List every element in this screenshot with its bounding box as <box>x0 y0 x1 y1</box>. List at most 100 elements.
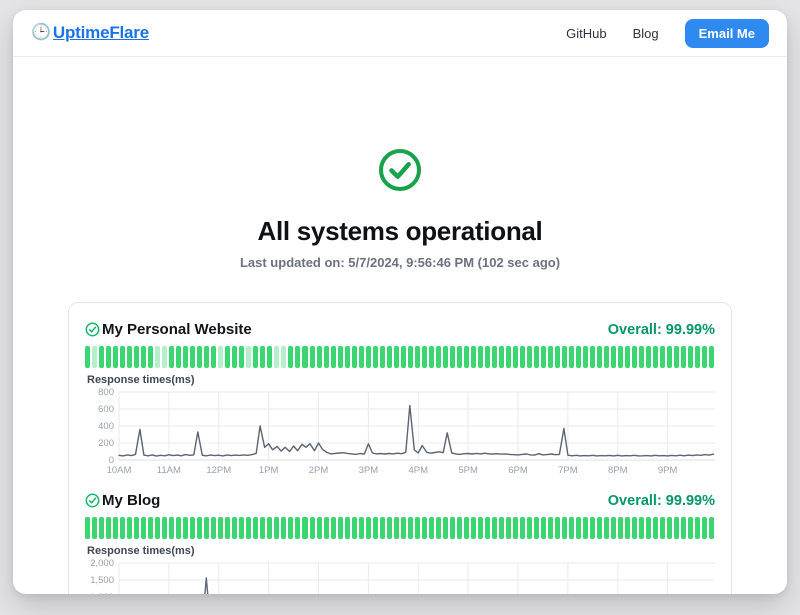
uptime-bar-segment <box>499 517 504 539</box>
uptime-bar-segment <box>246 346 251 368</box>
uptime-bar-segment <box>639 517 644 539</box>
uptime-bar-segment <box>281 517 286 539</box>
uptime-bars <box>85 517 715 539</box>
uptime-bar-segment <box>653 346 658 368</box>
monitor-title: My Blog <box>85 492 160 509</box>
uptime-bar-segment <box>429 346 434 368</box>
browser-window: 🕒 UptimeFlare GitHub Blog Email Me All s… <box>13 10 787 594</box>
logo-link[interactable]: 🕒 UptimeFlare <box>31 23 149 43</box>
uptime-bar-segment <box>295 346 300 368</box>
uptime-bar-segment <box>92 346 97 368</box>
uptime-bar-segment <box>317 517 322 539</box>
uptime-bar-segment <box>99 346 104 368</box>
uptime-bar-segment <box>352 346 357 368</box>
uptime-bar-segment <box>134 346 139 368</box>
svg-text:1PM: 1PM <box>259 465 279 476</box>
monitor-check-icon <box>85 493 100 508</box>
svg-text:12PM: 12PM <box>206 465 231 476</box>
uptime-bar-segment <box>331 346 336 368</box>
uptime-bar-segment <box>611 346 616 368</box>
monitor-header: My Personal Website Overall: 99.99% <box>85 321 715 338</box>
uptime-bar-segment <box>681 517 686 539</box>
uptime-bar-segment <box>590 517 595 539</box>
uptime-bar-segment <box>99 517 104 539</box>
response-times-label: Response times(ms) <box>87 545 715 557</box>
uptime-bar-segment <box>534 346 539 368</box>
uptime-bar-segment <box>274 517 279 539</box>
uptime-bar-segment <box>310 346 315 368</box>
uptime-bar-segment <box>295 517 300 539</box>
email-me-button[interactable]: Email Me <box>685 19 769 48</box>
uptime-bar-segment <box>443 346 448 368</box>
uptime-bar-segment <box>527 346 532 368</box>
svg-text:10AM: 10AM <box>107 465 132 476</box>
uptime-bar-segment <box>485 346 490 368</box>
svg-text:1,500: 1,500 <box>90 575 114 586</box>
nav-link-blog[interactable]: Blog <box>633 26 659 41</box>
uptime-bar-segment <box>317 346 322 368</box>
uptime-bar-segment <box>246 517 251 539</box>
uptime-bar-segment <box>92 517 97 539</box>
uptime-bar-segment <box>674 346 679 368</box>
uptime-bar-segment <box>141 346 146 368</box>
uptime-bar-segment <box>204 346 209 368</box>
uptime-bar-segment <box>639 346 644 368</box>
uptime-bar-segment <box>555 517 560 539</box>
uptime-bar-segment <box>387 517 392 539</box>
uptime-bar-segment <box>338 346 343 368</box>
uptime-bar-segment <box>471 517 476 539</box>
uptime-bar-segment <box>387 346 392 368</box>
uptime-bar-segment <box>190 517 195 539</box>
uptime-bar-segment <box>702 346 707 368</box>
uptime-bar-segment <box>541 517 546 539</box>
uptime-bar-segment <box>120 517 125 539</box>
uptime-bar-segment <box>225 517 230 539</box>
uptime-bar-segment <box>443 517 448 539</box>
uptime-bar-segment <box>506 346 511 368</box>
uptime-bar-segment <box>674 517 679 539</box>
uptime-bar-segment <box>695 517 700 539</box>
uptime-bar-segment <box>394 517 399 539</box>
uptime-bar-segment <box>310 517 315 539</box>
uptime-bar-segment <box>688 517 693 539</box>
uptime-bar-segment <box>632 346 637 368</box>
uptime-bar-segment <box>85 517 90 539</box>
svg-text:2PM: 2PM <box>309 465 329 476</box>
status-hero: All systems operational Last updated on:… <box>13 57 787 270</box>
uptime-bar-segment <box>302 346 307 368</box>
uptime-bar-segment <box>688 346 693 368</box>
uptime-bar-segment <box>197 346 202 368</box>
logo-text: UptimeFlare <box>53 23 149 43</box>
uptime-bar-segment <box>345 517 350 539</box>
uptime-bar-segment <box>660 517 665 539</box>
uptime-bar-segment <box>366 517 371 539</box>
uptime-bar-segment <box>338 517 343 539</box>
uptime-bar-segment <box>485 517 490 539</box>
monitor-section-personal-website: My Personal Website Overall: 99.99% Resp… <box>85 321 715 476</box>
response-times-label: Response times(ms) <box>87 374 715 386</box>
svg-text:3PM: 3PM <box>359 465 379 476</box>
svg-text:1,000: 1,000 <box>90 592 114 594</box>
uptime-bar-segment <box>331 517 336 539</box>
uptime-bar-segment <box>597 517 602 539</box>
uptime-bar-segment <box>260 517 265 539</box>
uptime-bar-segment <box>415 346 420 368</box>
uptime-bar-segment <box>653 517 658 539</box>
uptime-bar-segment <box>141 517 146 539</box>
uptime-bar-segment <box>527 517 532 539</box>
uptime-bar-segment <box>492 517 497 539</box>
uptime-bar-segment <box>113 346 118 368</box>
uptime-bar-segment <box>345 346 350 368</box>
uptime-bar-segment <box>253 346 258 368</box>
svg-text:6PM: 6PM <box>508 465 528 476</box>
uptime-bar-segment <box>183 517 188 539</box>
uptime-bar-segment <box>239 517 244 539</box>
uptime-bar-segment <box>422 517 427 539</box>
uptime-bar-segment <box>106 517 111 539</box>
uptime-bar-segment <box>260 346 265 368</box>
nav-link-github[interactable]: GitHub <box>566 26 606 41</box>
monitor-header: My Blog Overall: 99.99% <box>85 492 715 509</box>
uptime-bar-segment <box>113 517 118 539</box>
svg-text:5PM: 5PM <box>458 465 478 476</box>
uptime-bar-segment <box>401 517 406 539</box>
